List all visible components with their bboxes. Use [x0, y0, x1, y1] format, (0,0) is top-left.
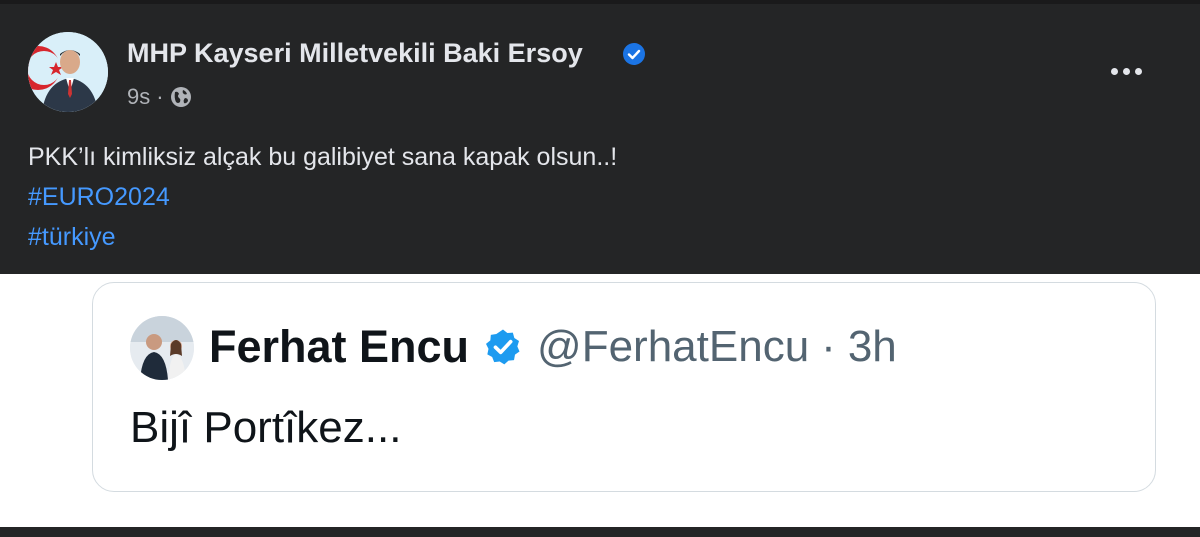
post-text: PKK’lı kimliksiz alçak bu galibiyet sana… — [28, 143, 618, 171]
more-options-icon — [1122, 67, 1130, 75]
embedded-tweet-card[interactable]: Ferhat Encu @FerhatEncu · 3h Bijî Portîk… — [92, 282, 1156, 492]
tweet-separator: · — [821, 322, 836, 371]
more-options-icon — [1134, 67, 1142, 75]
more-options-icon — [1110, 67, 1118, 75]
hashtag-link[interactable]: #EURO2024 — [28, 177, 617, 217]
tweet-header: Ferhat Encu @FerhatEncu · 3h — [209, 321, 897, 373]
post-meta: 9s · — [127, 84, 192, 110]
hashtag-link[interactable]: #türkiye — [28, 217, 617, 257]
more-options-button[interactable] — [1104, 56, 1148, 86]
author-name[interactable]: MHP Kayseri Milletvekili Baki Ersoy — [127, 38, 583, 69]
tweet-timestamp[interactable]: 3h — [848, 322, 897, 372]
author-avatar[interactable] — [28, 32, 108, 112]
tweet-author-name[interactable]: Ferhat Encu — [209, 321, 469, 373]
tweet-author-handle[interactable]: @FerhatEncu — [537, 322, 809, 372]
post-timestamp[interactable]: 9s — [127, 84, 150, 110]
post-body: PKK’lı kimliksiz alçak bu galibiyet sana… — [28, 137, 617, 257]
globe-icon — [170, 87, 191, 107]
verified-badge-icon — [623, 43, 645, 65]
tweet-text: Bijî Portîkez... — [130, 403, 402, 452]
facebook-post: MHP Kayseri Milletvekili Baki Ersoy 9s ·… — [0, 0, 1200, 274]
verified-badge-icon — [486, 329, 520, 365]
meta-separator: · — [156, 84, 164, 109]
tweet-author-avatar[interactable] — [130, 316, 194, 380]
bottom-divider — [0, 527, 1200, 537]
